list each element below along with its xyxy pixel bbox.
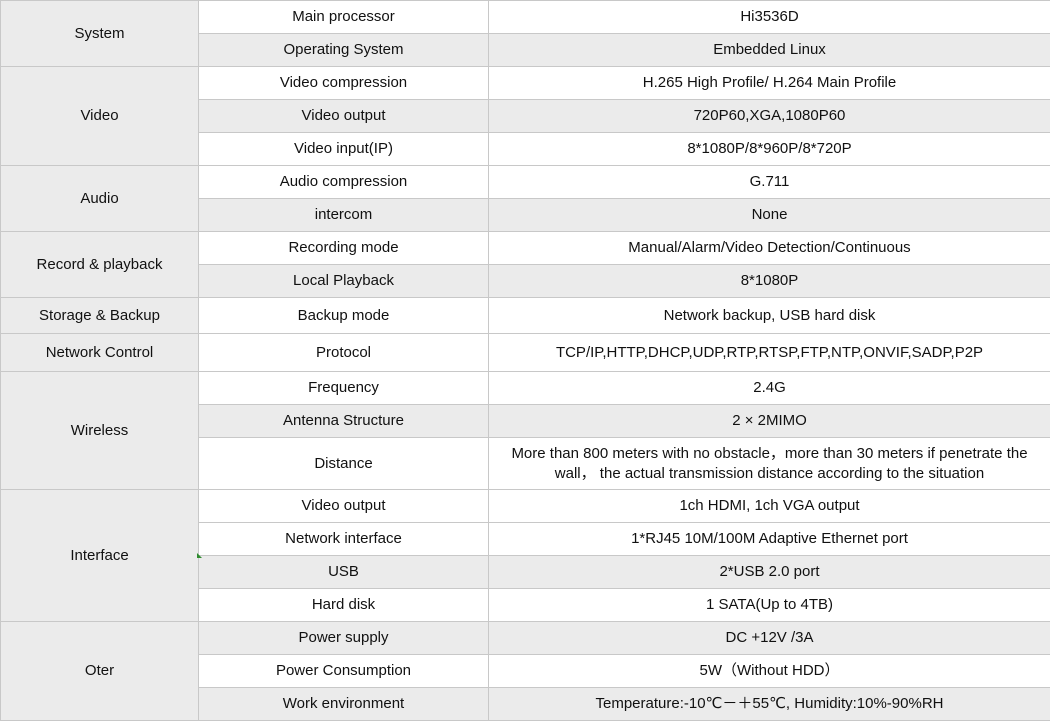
value-cell: 2*USB 2.0 port bbox=[489, 556, 1050, 589]
feature-cell: Protocol bbox=[199, 334, 489, 372]
feature-cell: Video output bbox=[199, 490, 489, 523]
spec-table: System Main processor Hi3536D Operating … bbox=[0, 0, 1050, 721]
value-cell: Temperature:-10℃－＋55℃, Humidity:10%-90%R… bbox=[489, 688, 1050, 721]
value-cell: H.265 High Profile/ H.264 Main Profile bbox=[489, 67, 1050, 100]
value-cell: Network backup, USB hard disk bbox=[489, 298, 1050, 334]
feature-cell: Main processor bbox=[199, 1, 489, 34]
table-row: Audio Audio compression G.711 bbox=[1, 166, 1050, 199]
feature-cell: Work environment bbox=[199, 688, 489, 721]
feature-cell: Hard disk bbox=[199, 589, 489, 622]
category-interface: Interface bbox=[1, 490, 199, 622]
table-row: Network Control Protocol TCP/IP,HTTP,DHC… bbox=[1, 334, 1050, 372]
feature-cell: Recording mode bbox=[199, 232, 489, 265]
value-cell: 8*1080P bbox=[489, 265, 1050, 298]
table-row: System Main processor Hi3536D bbox=[1, 1, 1050, 34]
feature-cell: Distance bbox=[199, 438, 489, 490]
value-cell: 1 SATA(Up to 4TB) bbox=[489, 589, 1050, 622]
feature-cell: Power Consumption bbox=[199, 655, 489, 688]
value-cell: Manual/Alarm/Video Detection/Continuous bbox=[489, 232, 1050, 265]
feature-cell: Backup mode bbox=[199, 298, 489, 334]
category-other: Oter bbox=[1, 622, 199, 721]
cell-corner-marker-icon bbox=[197, 553, 202, 558]
category-network-control: Network Control bbox=[1, 334, 199, 372]
value-cell: 720P60,XGA,1080P60 bbox=[489, 100, 1050, 133]
feature-cell: Video compression bbox=[199, 67, 489, 100]
value-cell: Hi3536D bbox=[489, 1, 1050, 34]
category-audio: Audio bbox=[1, 166, 199, 232]
value-cell: 1ch HDMI, 1ch VGA output bbox=[489, 490, 1050, 523]
category-storage-backup: Storage & Backup bbox=[1, 298, 199, 334]
feature-cell: Network interface bbox=[199, 523, 489, 556]
category-system: System bbox=[1, 1, 199, 67]
category-wireless: Wireless bbox=[1, 372, 199, 490]
feature-cell: Operating System bbox=[199, 34, 489, 67]
value-cell: 8*1080P/8*960P/8*720P bbox=[489, 133, 1050, 166]
value-cell: 1*RJ45 10M/100M Adaptive Ethernet port bbox=[489, 523, 1050, 556]
value-cell: 2.4G bbox=[489, 372, 1050, 405]
table-row: Oter Power supply DC +12V /3A bbox=[1, 622, 1050, 655]
feature-cell: Antenna Structure bbox=[199, 405, 489, 438]
value-cell: More than 800 meters with no obstacle，mo… bbox=[489, 438, 1050, 490]
value-cell: G.711 bbox=[489, 166, 1050, 199]
feature-cell: Video output bbox=[199, 100, 489, 133]
feature-cell: Local Playback bbox=[199, 265, 489, 298]
value-cell: Embedded Linux bbox=[489, 34, 1050, 67]
feature-cell: USB bbox=[199, 556, 489, 589]
feature-cell: Audio compression bbox=[199, 166, 489, 199]
table-row: Interface Video output 1ch HDMI, 1ch VGA… bbox=[1, 490, 1050, 523]
table-row: Wireless Frequency 2.4G bbox=[1, 372, 1050, 405]
feature-cell: Video input(IP) bbox=[199, 133, 489, 166]
value-cell: TCP/IP,HTTP,DHCP,UDP,RTP,RTSP,FTP,NTP,ON… bbox=[489, 334, 1050, 372]
category-record-playback: Record & playback bbox=[1, 232, 199, 298]
feature-cell: Power supply bbox=[199, 622, 489, 655]
table-row: Record & playback Recording mode Manual/… bbox=[1, 232, 1050, 265]
value-cell: DC +12V /3A bbox=[489, 622, 1050, 655]
feature-cell: intercom bbox=[199, 199, 489, 232]
value-cell: 2 × 2MIMO bbox=[489, 405, 1050, 438]
table-row: Storage & Backup Backup mode Network bac… bbox=[1, 298, 1050, 334]
value-cell: 5W（Without HDD） bbox=[489, 655, 1050, 688]
value-cell: None bbox=[489, 199, 1050, 232]
table-row: Video Video compression H.265 High Profi… bbox=[1, 67, 1050, 100]
category-video: Video bbox=[1, 67, 199, 166]
feature-cell: Frequency bbox=[199, 372, 489, 405]
